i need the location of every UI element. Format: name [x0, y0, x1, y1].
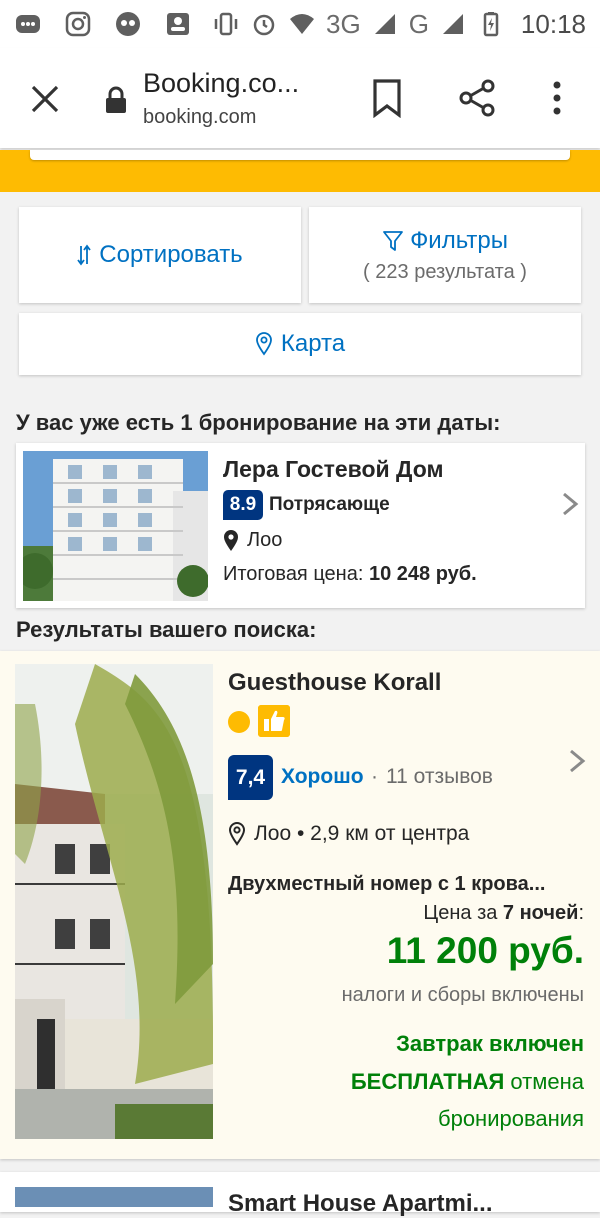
booked-total-price: Итоговая цена: 10 248 руб. [223, 563, 477, 586]
free-cancellation-strong: БЕСПЛАТНАЯ [350, 1069, 505, 1094]
sort-icon [77, 244, 92, 266]
app-owl-icon [116, 12, 140, 36]
browser-toolbar: Booking.co... booking.com [0, 48, 600, 148]
contact-icon [167, 13, 189, 35]
thumbs-up-icon [258, 705, 290, 737]
alarm-icon [253, 14, 275, 36]
map-label: Карта [280, 330, 346, 357]
vibrate-icon [214, 12, 238, 36]
wifi-icon [290, 14, 314, 34]
booked-score-badge: 8.9 [223, 490, 263, 520]
results-heading: Результаты вашего поиска: [16, 617, 317, 642]
filter-icon [383, 230, 403, 251]
status-time: 10:18 [520, 8, 586, 39]
search-box-edge[interactable] [30, 150, 570, 160]
review-count: 11 отзывов [386, 765, 493, 788]
location-pin-icon [224, 529, 238, 551]
property-name-next[interactable]: Smart House Apartmi... [228, 1190, 493, 1218]
room-type: Двухместный номер с 1 крова... [228, 873, 546, 895]
filter-button[interactable]: Фильтры ( 223 результата ) [309, 207, 581, 303]
share-icon[interactable] [458, 78, 496, 118]
map-button[interactable]: Карта [19, 313, 581, 375]
price-label-nights: 7 ночей [502, 902, 579, 924]
network-g-label: G [408, 8, 429, 39]
free-cancellation-line2: бронирования [437, 1106, 584, 1131]
property-location-text: Лоо • 2,9 км от центра [254, 822, 470, 845]
signal-icon [374, 14, 395, 34]
property-card-next[interactable]: Smart House Apartmi... [0, 1172, 600, 1217]
location-pin-icon [228, 822, 246, 846]
price-label: Цена за 7 ночей: [423, 902, 584, 925]
review-separator: · [371, 765, 378, 788]
free-cancellation-rest: отмена [504, 1069, 584, 1094]
existing-booking-heading: У вас уже есть 1 бронирование на эти дат… [16, 410, 501, 435]
booked-price-value: 10 248 руб. [368, 563, 477, 585]
battery-icon [483, 12, 499, 37]
chevron-right-icon[interactable] [568, 748, 586, 774]
booked-hotel-name[interactable]: Лера Гостевой Дом [223, 456, 444, 483]
free-cancellation: БЕСПЛАТНАЯ отмена [351, 1069, 584, 1095]
sort-label: Сортировать [99, 241, 243, 268]
taxes-note: налоги и сборы включены [341, 984, 584, 1006]
sort-button[interactable]: Сортировать [19, 207, 301, 303]
price-label-suffix: : [578, 902, 584, 924]
close-icon[interactable] [28, 82, 62, 116]
results-count: ( 223 результата ) [363, 260, 527, 283]
map-pin-icon [255, 332, 272, 356]
filter-label: Фильтры [410, 226, 508, 254]
review-score-word: Хорошо [281, 765, 364, 788]
booked-price-label: Итоговая цена: [223, 563, 364, 585]
page-host[interactable]: booking.com [143, 106, 256, 129]
bookmark-icon[interactable] [370, 78, 404, 118]
property-location: Лоо • 2,9 км от центра [228, 822, 469, 846]
property-photo[interactable] [15, 664, 213, 1139]
review-score-badge: 7,4 [228, 755, 273, 800]
more-vert-icon[interactable] [545, 78, 569, 118]
booked-score-word: Потрясающе [269, 494, 390, 515]
existing-booking-card[interactable]: Лера Гостевой Дом 8.9 Потрясающе Лоо Ито… [16, 443, 585, 608]
booked-location-text: Лоо [247, 529, 283, 551]
booked-location: Лоо [223, 529, 282, 552]
status-bar: 3G G 10:18 [0, 0, 600, 48]
property-name[interactable]: Guesthouse Korall [228, 669, 441, 697]
signal-icon-2 [442, 14, 463, 34]
instagram-icon [65, 11, 91, 37]
search-header-band [0, 150, 600, 192]
breakfast-included: Завтрак включен [396, 1031, 584, 1056]
booked-hotel-photo [23, 451, 208, 601]
chevron-right-icon[interactable] [561, 491, 579, 517]
lock-icon [106, 86, 126, 113]
property-card[interactable]: Guesthouse Korall 7,4 Хорошо · 11 отзыво… [0, 651, 600, 1159]
price-value: 11 200 руб. [386, 930, 584, 971]
page-title[interactable]: Booking.co... [143, 68, 299, 99]
rating-dot-icon [228, 711, 250, 733]
network-3g-label: 3G [326, 8, 361, 39]
messages-icon [16, 15, 40, 33]
price-label-prefix: Цена за [423, 902, 498, 924]
property-photo-next[interactable] [15, 1187, 213, 1207]
